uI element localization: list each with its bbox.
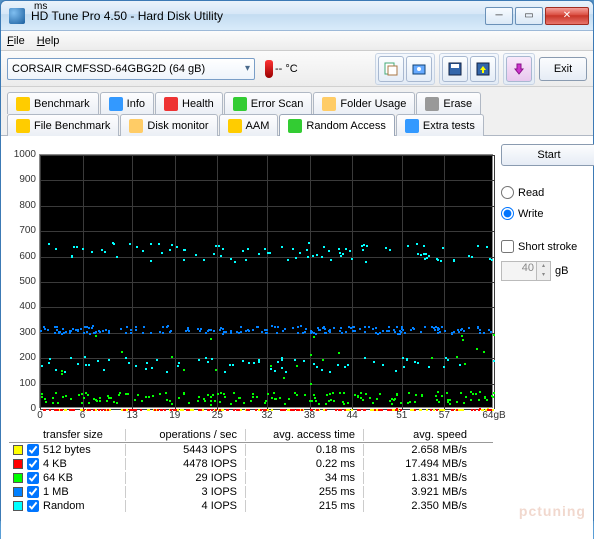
color-swatch bbox=[13, 487, 23, 497]
app-icon bbox=[9, 8, 25, 24]
tab-icon bbox=[228, 119, 242, 133]
stroke-input[interactable]: 40 ▴▾ bbox=[501, 261, 551, 281]
stroke-spinner[interactable]: ▴▾ bbox=[536, 262, 550, 280]
tab-icon bbox=[288, 119, 302, 133]
row-checkbox[interactable] bbox=[27, 472, 39, 484]
table-row: 4 KB 4478 IOPS 0.22 ms 17.494 MB/s bbox=[9, 457, 493, 471]
temperature-display: -- °C bbox=[265, 60, 298, 78]
main-window: HD Tune Pro 4.50 - Hard Disk Utility ─ ▭… bbox=[0, 0, 594, 521]
tab-icon bbox=[129, 119, 143, 133]
tab-icon bbox=[322, 97, 336, 111]
tab-icon bbox=[233, 97, 247, 111]
tab-icon bbox=[405, 119, 419, 133]
row-checkbox[interactable] bbox=[27, 444, 39, 456]
short-stroke-checkbox[interactable]: Short stroke bbox=[501, 240, 594, 253]
table-row: Random 4 IOPS 215 ms 2.350 MB/s bbox=[9, 499, 493, 513]
color-swatch bbox=[13, 501, 23, 511]
toolbar-group-2 bbox=[439, 53, 499, 85]
table-row: 1 MB 3 IOPS 255 ms 3.921 MB/s bbox=[9, 485, 493, 499]
tab-disk-monitor[interactable]: Disk monitor bbox=[120, 114, 217, 136]
tab-content: ms 0100200300400500600700800900100006131… bbox=[1, 135, 593, 539]
screenshot-button[interactable] bbox=[406, 56, 432, 82]
write-radio[interactable]: Write bbox=[501, 207, 594, 220]
device-label: CORSAIR CMFSSD-64GBG2D (64 gB) bbox=[12, 63, 205, 75]
exit-button[interactable]: Exit bbox=[539, 57, 587, 81]
tab-file-benchmark[interactable]: File Benchmark bbox=[7, 114, 119, 136]
thermometer-icon bbox=[265, 60, 273, 78]
tab-health[interactable]: Health bbox=[155, 92, 223, 114]
color-swatch bbox=[13, 459, 23, 469]
tab-folder-usage[interactable]: Folder Usage bbox=[313, 92, 415, 114]
color-swatch bbox=[13, 473, 23, 483]
y-axis-unit: ms bbox=[34, 1, 47, 12]
options-button[interactable] bbox=[506, 56, 532, 82]
chart-area: 0100200300400500600700800900100006131925… bbox=[39, 154, 493, 408]
tabs-row-2: File BenchmarkDisk monitorAAMRandom Acce… bbox=[1, 113, 593, 135]
save-button[interactable] bbox=[442, 56, 468, 82]
menu-help[interactable]: Help bbox=[37, 35, 60, 47]
tab-random-access[interactable]: Random Access bbox=[279, 114, 394, 136]
minimize-button[interactable]: ─ bbox=[485, 7, 513, 25]
maximize-button[interactable]: ▭ bbox=[515, 7, 543, 25]
tab-icon bbox=[164, 97, 178, 111]
tab-erase[interactable]: Erase bbox=[416, 92, 481, 114]
menu-file[interactable]: File bbox=[7, 35, 25, 47]
tabs-row-1: BenchmarkInfoHealthError ScanFolder Usag… bbox=[1, 87, 593, 113]
table-row: 512 bytes 5443 IOPS 0.18 ms 2.658 MB/s bbox=[9, 443, 493, 457]
load-button[interactable] bbox=[470, 56, 496, 82]
row-checkbox[interactable] bbox=[27, 486, 39, 498]
menubar: File Help bbox=[1, 31, 593, 51]
stroke-unit: gB bbox=[555, 265, 568, 277]
scatter-plot: 0100200300400500600700800900100006131925… bbox=[39, 154, 493, 408]
read-radio[interactable]: Read bbox=[501, 186, 594, 199]
tab-benchmark[interactable]: Benchmark bbox=[7, 92, 99, 114]
window-title: HD Tune Pro 4.50 - Hard Disk Utility bbox=[31, 9, 485, 23]
start-button[interactable]: Start bbox=[501, 144, 594, 166]
row-checkbox[interactable] bbox=[27, 458, 39, 470]
titlebar[interactable]: HD Tune Pro 4.50 - Hard Disk Utility ─ ▭… bbox=[1, 1, 593, 31]
tab-icon bbox=[425, 97, 439, 111]
toolbar: CORSAIR CMFSSD-64GBG2D (64 gB) -- °C Exi… bbox=[1, 51, 593, 87]
tab-aam[interactable]: AAM bbox=[219, 114, 279, 136]
tab-icon bbox=[16, 119, 30, 133]
tab-info[interactable]: Info bbox=[100, 92, 154, 114]
toolbar-group-3 bbox=[503, 53, 535, 85]
table-row: 64 KB 29 IOPS 34 ms 1.831 MB/s bbox=[9, 471, 493, 485]
controls-panel: Start Read Write Short stroke 40 ▴▾ gB bbox=[493, 142, 594, 535]
watermark: pctuning bbox=[519, 503, 586, 519]
device-select[interactable]: CORSAIR CMFSSD-64GBG2D (64 gB) bbox=[7, 58, 255, 80]
toolbar-group-1 bbox=[375, 53, 435, 85]
color-swatch bbox=[13, 445, 23, 455]
row-checkbox[interactable] bbox=[27, 500, 39, 512]
tab-extra-tests[interactable]: Extra tests bbox=[396, 114, 484, 136]
tab-icon bbox=[109, 97, 123, 111]
tab-error-scan[interactable]: Error Scan bbox=[224, 92, 313, 114]
copy-text-button[interactable] bbox=[378, 56, 404, 82]
results-table: transfer size operations / sec avg. acce… bbox=[9, 428, 493, 513]
table-header: transfer size operations / sec avg. acce… bbox=[9, 428, 493, 443]
tab-icon bbox=[16, 97, 30, 111]
close-button[interactable]: ✕ bbox=[545, 7, 589, 25]
